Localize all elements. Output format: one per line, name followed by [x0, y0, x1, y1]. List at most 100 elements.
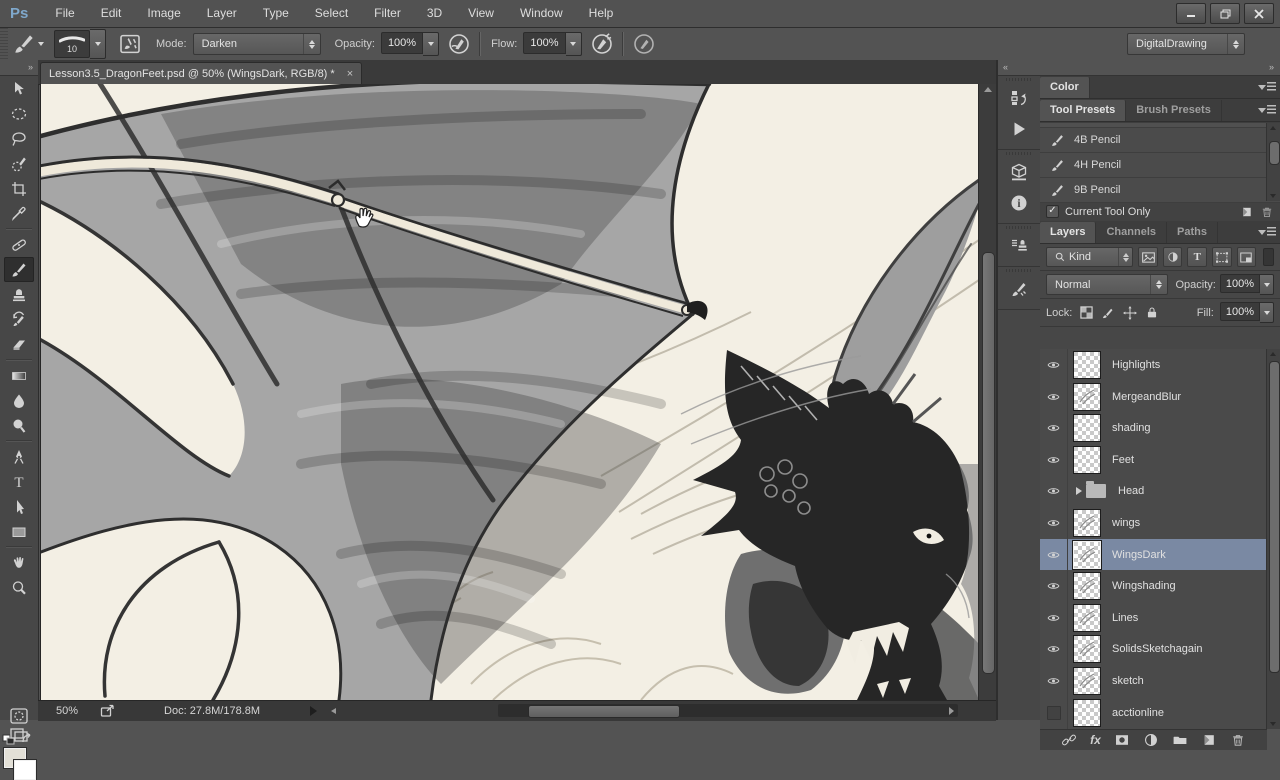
layers-opacity-field[interactable]: 100% — [1220, 274, 1274, 295]
visibility-cell[interactable] — [1040, 507, 1068, 539]
dock-collapse-icon[interactable]: » — [1040, 60, 1280, 76]
menu-layer[interactable]: Layer — [194, 0, 250, 27]
preset-row[interactable]: 4H Pencil — [1040, 153, 1280, 178]
3d-panel-icon[interactable] — [1002, 157, 1036, 187]
tool-presets-scrollbar[interactable] — [1266, 123, 1280, 201]
fill-field[interactable]: 100% — [1220, 302, 1274, 323]
menu-image[interactable]: Image — [134, 0, 193, 27]
visibility-eye-icon[interactable] — [1047, 454, 1060, 466]
filter-type-layers-icon[interactable]: T — [1187, 247, 1207, 267]
visibility-eye-icon[interactable] — [1047, 549, 1060, 561]
layers-scroll-thumb[interactable] — [1269, 361, 1280, 673]
layer-row-shading[interactable]: shading — [1040, 412, 1267, 445]
layer-name[interactable]: Wingshading — [1112, 580, 1176, 592]
brush-tool-icon[interactable] — [12, 32, 36, 56]
airbrush-icon[interactable] — [590, 32, 614, 56]
visibility-cell[interactable] — [1040, 381, 1068, 413]
new-adjustment-icon[interactable] — [1143, 732, 1159, 748]
layer-row-wingsdark[interactable]: WingsDark — [1040, 539, 1267, 572]
brush-preset-picker[interactable]: 10 — [54, 30, 90, 58]
lock-transparency-icon[interactable] — [1078, 305, 1094, 321]
filter-shape-layers-icon[interactable] — [1212, 247, 1232, 267]
info-panel-icon[interactable]: i — [1002, 188, 1036, 218]
menu-select[interactable]: Select — [302, 0, 361, 27]
rectangle-tool[interactable] — [4, 519, 34, 544]
layer-thumbnail[interactable] — [1074, 668, 1100, 694]
zoom-tool[interactable] — [4, 575, 34, 600]
layer-name[interactable]: SolidsSketchagain — [1112, 643, 1203, 655]
layer-thumbnail[interactable] — [1074, 542, 1100, 568]
layer-row-lines[interactable]: Lines — [1040, 602, 1267, 635]
lasso-tool[interactable] — [4, 126, 34, 151]
spot-healing-brush-tool[interactable] — [4, 232, 34, 257]
layer-thumbnail[interactable] — [1074, 700, 1100, 726]
visibility-eye-icon[interactable] — [1047, 359, 1060, 371]
visibility-cell[interactable] — [1040, 539, 1068, 571]
drag-handle[interactable] — [1006, 269, 1032, 272]
layer-name[interactable]: Head — [1118, 485, 1144, 497]
visibility-eye-icon[interactable] — [1047, 422, 1060, 434]
layer-name[interactable]: Highlights — [1112, 359, 1160, 371]
brush-tool[interactable] — [4, 257, 34, 282]
group-expand-icon[interactable] — [1076, 487, 1082, 495]
layer-row-highlights[interactable]: Highlights — [1040, 349, 1267, 382]
menu-view[interactable]: View — [455, 0, 507, 27]
color-panel-menu-icon[interactable] — [1258, 81, 1276, 93]
layers-opacity-value[interactable]: 100% — [1220, 274, 1260, 293]
tab-channels[interactable]: Channels — [1096, 222, 1167, 243]
layer-thumbnail[interactable] — [1074, 605, 1100, 631]
layer-name[interactable]: acctionline — [1112, 707, 1164, 719]
visibility-cell[interactable] — [1040, 570, 1068, 602]
layer-thumbnail[interactable] — [1074, 384, 1100, 410]
drag-handle[interactable] — [1006, 152, 1032, 155]
scroll-up-icon[interactable] — [984, 87, 992, 92]
lock-all-icon[interactable] — [1144, 305, 1160, 321]
eraser-tool[interactable] — [4, 332, 34, 357]
dodge-tool[interactable] — [4, 413, 34, 438]
clone-source-panel-icon[interactable] — [1002, 231, 1036, 261]
delete-layer-icon[interactable] — [1230, 732, 1246, 748]
visibility-eye-icon[interactable] — [1047, 485, 1060, 497]
visibility-empty-box[interactable] — [1047, 706, 1061, 720]
layer-name[interactable]: WingsDark — [1112, 549, 1166, 561]
layer-name[interactable]: wings — [1112, 517, 1140, 529]
opacity-arrow[interactable] — [423, 32, 439, 56]
layer-style-icon[interactable]: fx — [1090, 733, 1101, 747]
layer-thumbnail[interactable] — [1074, 510, 1100, 536]
layer-row-sketch[interactable]: sketch — [1040, 665, 1267, 698]
pressure-size-icon[interactable] — [632, 32, 656, 56]
fill-arrow[interactable] — [1260, 302, 1274, 323]
path-selection-tool[interactable] — [4, 494, 34, 519]
visibility-cell[interactable] — [1040, 665, 1068, 697]
status-left-arrow-icon[interactable] — [331, 708, 336, 714]
filter-kind-dropdown[interactable]: Kind — [1046, 247, 1133, 267]
layer-name[interactable]: sketch — [1112, 675, 1144, 687]
preset-row[interactable]: 9B Pencil — [1040, 178, 1280, 203]
visibility-eye-icon[interactable] — [1047, 612, 1060, 624]
layers-panel-menu-icon[interactable] — [1258, 226, 1276, 238]
flow-arrow[interactable] — [566, 32, 582, 56]
clone-stamp-tool[interactable] — [4, 282, 34, 307]
tool-presets-menu-icon[interactable] — [1258, 104, 1276, 116]
link-layers-icon[interactable] — [1061, 732, 1077, 748]
lock-position-icon[interactable] — [1122, 305, 1138, 321]
filter-adjustment-layers-icon[interactable] — [1163, 247, 1183, 267]
presets-scroll-down-icon[interactable] — [1270, 194, 1276, 198]
tab-close-icon[interactable]: × — [347, 68, 353, 80]
visibility-eye-icon[interactable] — [1047, 580, 1060, 592]
menu-window[interactable]: Window — [507, 0, 576, 27]
horizontal-scrollbar[interactable] — [498, 704, 958, 717]
presets-scroll-up-icon[interactable] — [1270, 126, 1276, 130]
hand-tool[interactable] — [4, 550, 34, 575]
layers-opacity-arrow[interactable] — [1260, 274, 1274, 295]
filter-smart-objects-icon[interactable] — [1237, 247, 1257, 267]
history-panel-icon[interactable] — [1002, 83, 1036, 113]
visibility-cell[interactable] — [1040, 633, 1068, 665]
layer-thumbnail[interactable] — [1074, 447, 1100, 473]
restore-button[interactable] — [1210, 3, 1240, 24]
fill-value[interactable]: 100% — [1220, 302, 1260, 321]
document-tab[interactable]: Lesson3.5_DragonFeet.psd @ 50% (WingsDar… — [40, 62, 362, 85]
toolbar-collapse-icon[interactable]: » — [0, 60, 38, 76]
layers-scroll-up-icon[interactable] — [1270, 352, 1276, 356]
quick-mask-icon[interactable] — [10, 708, 28, 724]
